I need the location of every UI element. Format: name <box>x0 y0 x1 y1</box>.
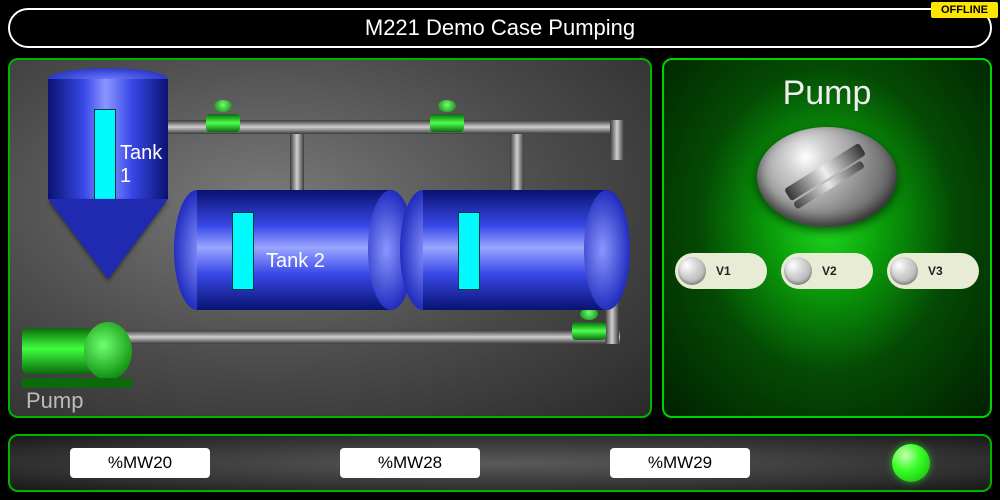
tank1-label: Tank 1 <box>120 142 168 188</box>
tank3-level-indicator <box>458 212 480 290</box>
valve-label: V3 <box>928 264 943 278</box>
tank2-label: Tank 2 <box>266 250 325 273</box>
pump-motor-icon <box>22 318 132 388</box>
valve-v3-button[interactable]: V3 <box>887 253 979 289</box>
valve-label: V2 <box>822 264 837 278</box>
tank1-level-indicator <box>94 109 116 203</box>
valve-icon <box>430 104 464 132</box>
pipe-icon <box>290 134 304 192</box>
tank3-icon <box>400 190 630 310</box>
tank2-level-indicator <box>232 212 254 290</box>
mw28-field[interactable]: %MW28 <box>340 448 480 478</box>
pump-toggle-button[interactable] <box>757 127 897 227</box>
tank2-icon: Tank 2 <box>174 190 414 310</box>
pump-label: Pump <box>26 388 83 414</box>
mw29-field[interactable]: %MW29 <box>610 448 750 478</box>
mw20-field[interactable]: %MW20 <box>70 448 210 478</box>
valve-indicator-icon <box>890 257 918 285</box>
valve-icon <box>206 104 240 132</box>
valve-row: V1 V2 V3 <box>675 253 979 289</box>
process-diagram-panel: Tank 1 Tank 2 Pump <box>8 58 652 418</box>
valve-v2-button[interactable]: V2 <box>781 253 873 289</box>
pump-control-panel: Pump V1 V2 V3 <box>662 58 992 418</box>
offline-badge: OFFLINE <box>931 2 998 18</box>
bottom-bar: %MW20 %MW28 %MW29 <box>8 434 992 492</box>
pipe-icon <box>110 330 620 344</box>
page-title: M221 Demo Case Pumping <box>365 15 635 41</box>
pipe-icon <box>510 134 524 192</box>
pipe-icon <box>610 120 624 160</box>
valve-v1-button[interactable]: V1 <box>675 253 767 289</box>
valve-label: V1 <box>716 264 731 278</box>
status-led-icon <box>892 444 930 482</box>
title-bar: M221 Demo Case Pumping <box>8 8 992 48</box>
valve-icon <box>572 312 606 340</box>
valve-indicator-icon <box>784 257 812 285</box>
valve-indicator-icon <box>678 257 706 285</box>
tank1-icon: Tank 1 <box>48 68 168 298</box>
pump-panel-title: Pump <box>783 74 872 113</box>
